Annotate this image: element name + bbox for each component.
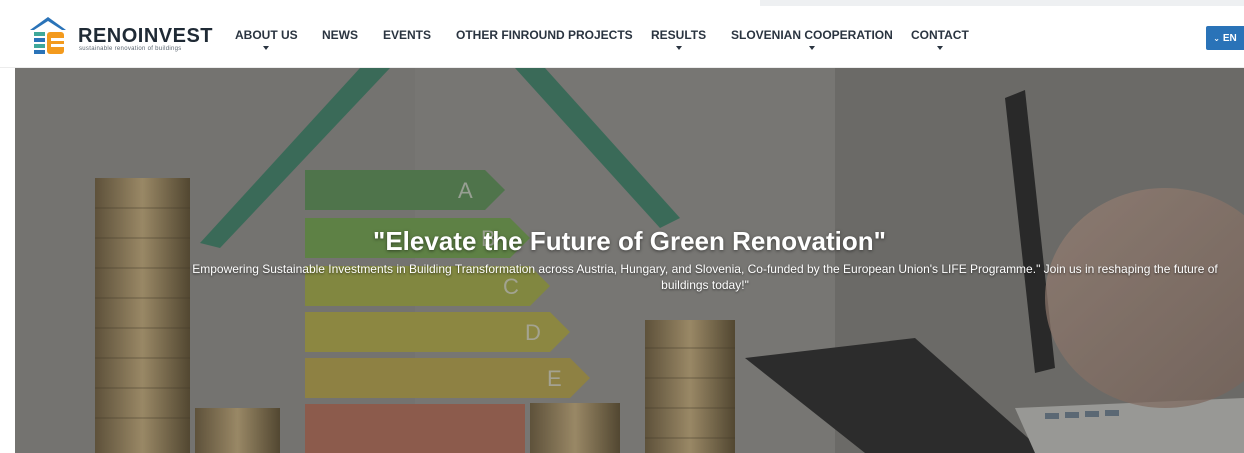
site-header: RENOINVEST sustainable renovation of bui… xyxy=(0,6,1244,68)
caret-down-icon xyxy=(808,46,815,50)
hero-description: Empowering Sustainable Investments in Bu… xyxy=(192,262,1218,292)
nav-label: CONTACT xyxy=(911,28,969,42)
nav-contact[interactable]: CONTACT xyxy=(911,28,969,50)
brand-name: RENOINVEST xyxy=(78,25,214,47)
caret-down-icon xyxy=(936,46,943,50)
nav-label: SLOVENIAN COOPERATION xyxy=(731,28,893,42)
caret-down-icon xyxy=(263,46,270,50)
nav-label: RESULTS xyxy=(651,28,707,42)
nav-label: OTHER FINROUND PROJECTS xyxy=(456,28,633,42)
hero-title: "Elevate the Future of Green Renovation" xyxy=(373,226,886,256)
nav-events[interactable]: EVENTS xyxy=(383,28,431,42)
caret-down-icon xyxy=(675,46,682,50)
nav-label: NEWS xyxy=(322,28,358,42)
nav-about-us[interactable]: ABOUT US xyxy=(235,28,298,50)
logo-house-icon xyxy=(30,17,66,54)
nav-other-finround-projects[interactable]: OTHER FINROUND PROJECTS xyxy=(456,28,633,42)
nav-news[interactable]: NEWS xyxy=(322,28,358,42)
nav-results[interactable]: RESULTS xyxy=(651,28,707,50)
chevron-down-icon: ⌄ xyxy=(1213,33,1220,43)
nav-slovenian-cooperation[interactable]: SLOVENIAN COOPERATION xyxy=(731,28,893,50)
language-label: EN xyxy=(1222,32,1237,44)
logo[interactable]: RENOINVEST sustainable renovation of bui… xyxy=(30,16,220,58)
nav-label: ABOUT US xyxy=(235,28,298,42)
language-selector-button[interactable]: ⌄ EN xyxy=(1206,26,1244,50)
brand-tagline: sustainable renovation of buildings xyxy=(79,46,182,52)
hero-banner: A B C D E "Elevate the Future of Green R… xyxy=(15,68,1244,453)
nav-label: EVENTS xyxy=(383,28,432,42)
